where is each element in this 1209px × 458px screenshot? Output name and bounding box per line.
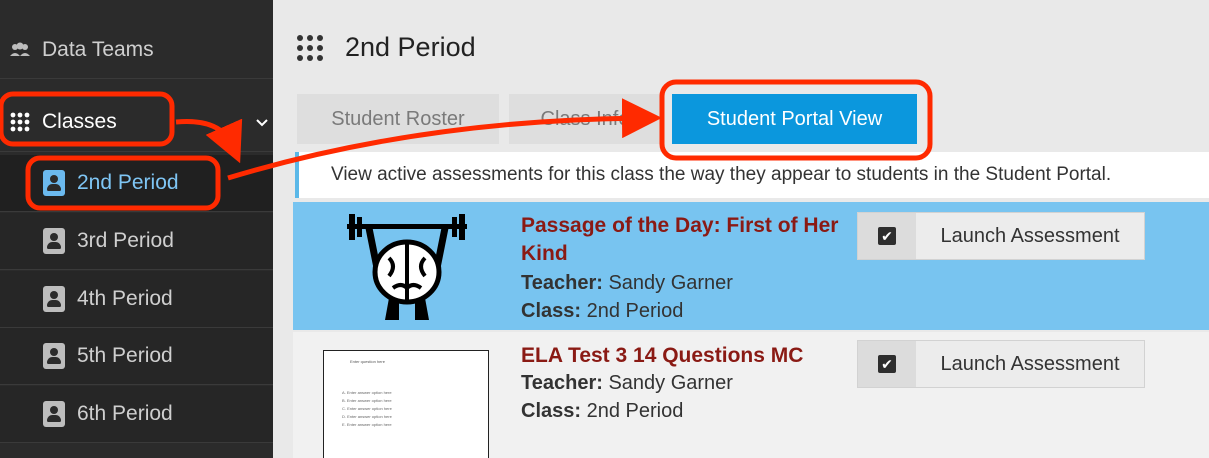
- launch-assessment-button[interactable]: ✔ Launch Assessment: [857, 340, 1145, 388]
- brain-lifting-icon: [347, 214, 467, 320]
- class-value: 2nd Period: [586, 400, 684, 422]
- contact-icon: [43, 286, 65, 312]
- teacher-value: Sandy Garner: [608, 372, 733, 394]
- thumbnail-question: Enter question here: [350, 359, 385, 364]
- page-title: 2nd Period: [345, 32, 476, 62]
- teacher-value: Sandy Garner: [608, 272, 733, 294]
- assessment-class: Class: 2nd Period: [521, 300, 683, 323]
- launch-assessment-button[interactable]: ✔ Launch Assessment: [857, 212, 1145, 260]
- sidebar-item-3rd-period[interactable]: 3rd Period: [0, 213, 273, 270]
- launch-label: Launch Assessment: [940, 352, 1120, 375]
- sidebar-item-label: Data Teams: [42, 38, 154, 61]
- sidebar-item-data-teams[interactable]: Data Teams: [0, 22, 273, 79]
- sidebar-item-label: 5th Period: [77, 344, 173, 367]
- contact-icon: [43, 401, 65, 427]
- sidebar-item-2nd-period[interactable]: 2nd Period: [0, 155, 273, 212]
- contact-icon: [43, 170, 65, 196]
- assessment-row: Enter question here A. Enter answer opti…: [293, 332, 1209, 458]
- chevron-down-icon[interactable]: [255, 110, 269, 134]
- sidebar: Data Teams Classes 2nd Period 3rd Period…: [0, 0, 273, 458]
- assessment-title[interactable]: ELA Test 3 14 Questions MC: [521, 342, 841, 370]
- class-label: Class:: [521, 300, 582, 322]
- assessment-class: Class: 2nd Period: [521, 400, 683, 423]
- sidebar-item-6th-period[interactable]: 6th Period: [0, 386, 273, 443]
- sidebar-item-4th-period[interactable]: 4th Period: [0, 271, 273, 328]
- sidebar-item-label: Classes: [42, 109, 117, 133]
- checkbox-icon: ✔: [858, 213, 916, 259]
- tab-class-info[interactable]: Class Info: [509, 94, 661, 144]
- assessment-row: Passage of the Day: First of Her Kind Te…: [293, 202, 1209, 330]
- main-content: 2nd Period Student Roster Class Info Stu…: [273, 0, 1209, 458]
- sidebar-item-label: 6th Period: [77, 402, 173, 425]
- teacher-label: Teacher:: [521, 372, 603, 394]
- tab-student-portal-view[interactable]: Student Portal View: [672, 94, 917, 144]
- tab-student-roster[interactable]: Student Roster: [297, 94, 499, 144]
- assessment-thumbnail: Enter question here A. Enter answer opti…: [323, 350, 489, 458]
- thumbnail-option: A. Enter answer option here: [342, 390, 392, 395]
- launch-label: Launch Assessment: [940, 224, 1120, 247]
- class-value: 2nd Period: [586, 300, 684, 322]
- people-icon: [8, 38, 32, 62]
- class-label: Class:: [521, 400, 582, 422]
- info-message: View active assessments for this class t…: [295, 152, 1209, 198]
- sidebar-item-5th-period[interactable]: 5th Period: [0, 328, 273, 385]
- thumbnail-option: D. Enter answer option here: [342, 414, 392, 419]
- sidebar-item-label: 4th Period: [77, 287, 173, 310]
- sidebar-item-label: 3rd Period: [77, 229, 174, 252]
- assessment-title[interactable]: Passage of the Day: First of Her Kind: [521, 212, 841, 268]
- thumbnail-option: C. Enter answer option here: [342, 406, 392, 411]
- grid-icon: [8, 110, 32, 134]
- assessment-teacher: Teacher: Sandy Garner: [521, 272, 733, 295]
- thumbnail-option: E. Enter answer option here: [342, 422, 392, 427]
- sidebar-item-classes[interactable]: Classes: [0, 92, 273, 152]
- checkbox-icon: ✔: [858, 341, 916, 387]
- contact-icon: [43, 343, 65, 369]
- assessment-teacher: Teacher: Sandy Garner: [521, 372, 733, 395]
- page-header: 2nd Period: [297, 32, 476, 63]
- contact-icon: [43, 228, 65, 254]
- teacher-label: Teacher:: [521, 272, 603, 294]
- sidebar-item-label: 2nd Period: [77, 171, 179, 194]
- grid-icon: [297, 34, 323, 61]
- thumbnail-option: B. Enter answer option here: [342, 398, 392, 403]
